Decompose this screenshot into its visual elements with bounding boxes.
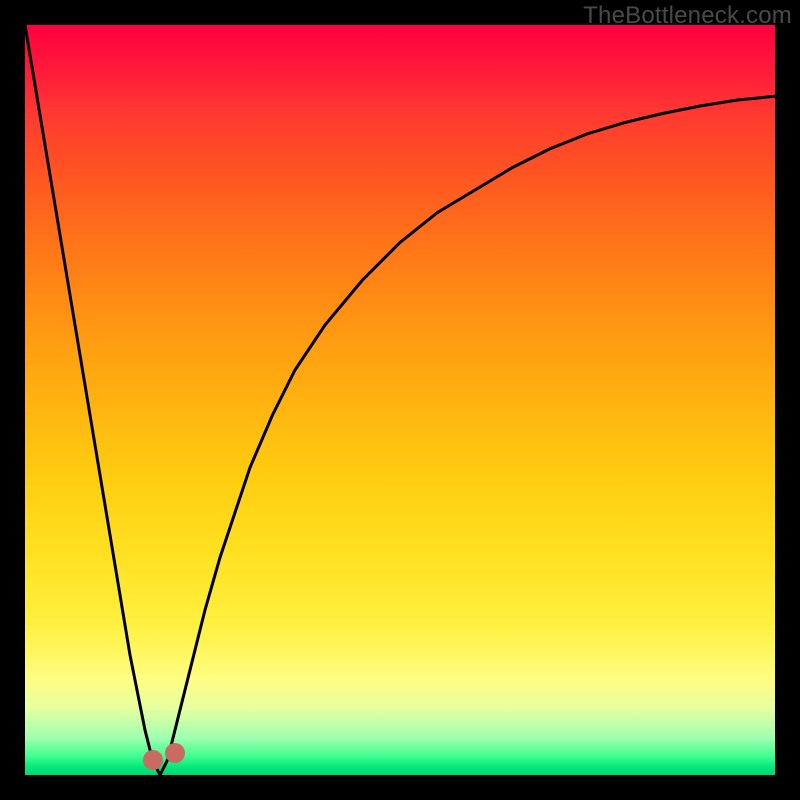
optimal-point-right (165, 743, 185, 763)
optimal-point-left (143, 750, 163, 770)
chart-frame: TheBottleneck.com (0, 0, 800, 800)
bottleneck-curve-svg (25, 25, 775, 775)
plot-area (25, 25, 775, 775)
bottleneck-curve-path (25, 25, 775, 775)
